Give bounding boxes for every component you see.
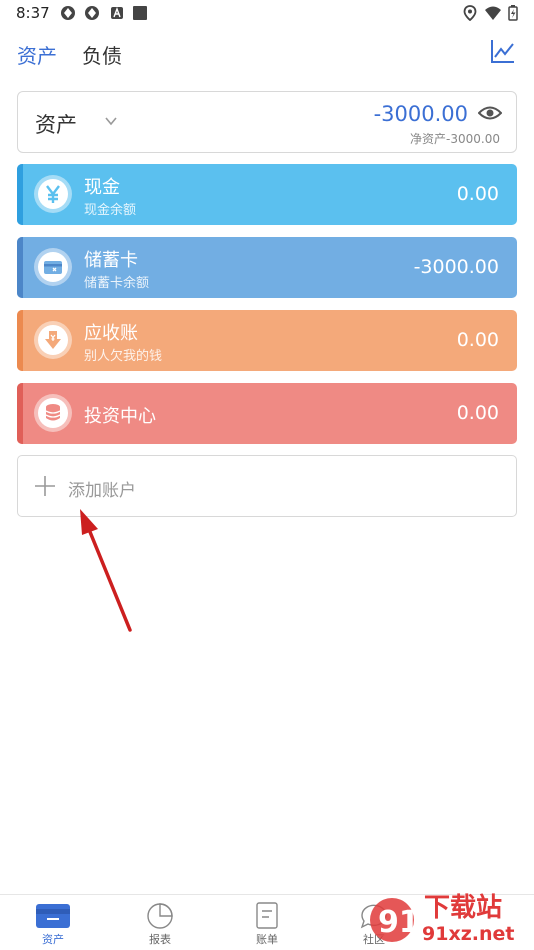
- wallet-icon: [36, 904, 70, 928]
- summary-title: 资产: [35, 113, 77, 137]
- nav-label: 资产: [42, 933, 64, 946]
- status-time: 8:37: [16, 4, 50, 22]
- summary-amount: -3000.00: [373, 102, 468, 126]
- account-icon-wrapper: [34, 248, 72, 286]
- pie-chart-icon: [147, 903, 173, 929]
- square-notification-icon: [133, 6, 147, 20]
- wifi-icon: [485, 6, 501, 20]
- account-cash[interactable]: 现金 现金余额 0.00: [17, 164, 517, 225]
- account-name: 应收账: [84, 323, 138, 344]
- coins-icon: [45, 404, 61, 421]
- receivable-icon: [45, 331, 61, 349]
- eye-icon[interactable]: [478, 103, 502, 123]
- watermark-logo: 91 下载站 91xz.net: [370, 893, 514, 945]
- tab-assets[interactable]: 资产: [17, 40, 57, 69]
- account-name: 储蓄卡: [84, 250, 138, 271]
- account-investment-center[interactable]: 投资中心 0.00: [17, 383, 517, 444]
- net-assets-label: 净资产-3000.00: [410, 132, 500, 146]
- battery-icon: [508, 5, 518, 21]
- app-notification-icon: [61, 6, 75, 20]
- account-stripe: [17, 310, 23, 371]
- account-name: 现金: [84, 177, 120, 198]
- location-icon: [463, 5, 477, 21]
- account-savings-card[interactable]: 储蓄卡 储蓄卡余额 -3000.00: [17, 237, 517, 298]
- account-stripe: [17, 383, 23, 444]
- nav-assets[interactable]: 资产: [23, 901, 83, 949]
- svg-text:91: 91: [378, 905, 420, 940]
- asset-summary-card[interactable]: 资产 -3000.00 净资产-3000.00: [17, 91, 517, 153]
- account-icon-wrapper: [34, 175, 72, 213]
- status-bar: 8:37: [0, 0, 534, 28]
- bill-icon: [256, 902, 278, 929]
- account-stripe: [17, 237, 23, 298]
- top-tab-bar: 资产 负债: [0, 34, 534, 74]
- site-watermark: 91 下载站 91xz.net: [360, 888, 530, 948]
- app-notification-icon-2: [85, 6, 99, 20]
- account-icon-wrapper: [34, 394, 72, 432]
- account-amount: 0.00: [456, 402, 499, 424]
- account-subtitle: 别人欠我的钱: [84, 349, 163, 364]
- nav-label: 报表: [149, 933, 171, 946]
- yuan-icon: [46, 185, 60, 203]
- account-amount: -3000.00: [413, 256, 499, 278]
- card-icon: [44, 261, 62, 274]
- nav-bills[interactable]: 账单: [237, 901, 297, 949]
- account-receivable[interactable]: 应收账 别人欠我的钱 0.00: [17, 310, 517, 371]
- account-amount: 0.00: [456, 183, 499, 205]
- account-subtitle: 现金余额: [84, 203, 137, 218]
- account-subtitle: 储蓄卡余额: [84, 276, 150, 291]
- nav-reports[interactable]: 报表: [130, 901, 190, 949]
- nav-label: 账单: [256, 933, 278, 946]
- account-amount: 0.00: [456, 329, 499, 351]
- trend-chart-icon[interactable]: [490, 38, 516, 64]
- chevron-down-icon[interactable]: [104, 114, 118, 128]
- red-arrow-annotation: [80, 509, 132, 632]
- account-name: 投资中心: [84, 406, 156, 427]
- add-account-label: 添加账户: [68, 481, 136, 501]
- watermark-text-top: 下载站: [424, 893, 502, 923]
- account-stripe: [17, 164, 23, 225]
- watermark-text-bottom: 91xz.net: [422, 923, 514, 945]
- tab-liabilities[interactable]: 负债: [82, 40, 122, 69]
- plus-icon: [35, 476, 55, 496]
- account-icon-wrapper: [34, 321, 72, 359]
- text-notification-icon: [111, 7, 123, 19]
